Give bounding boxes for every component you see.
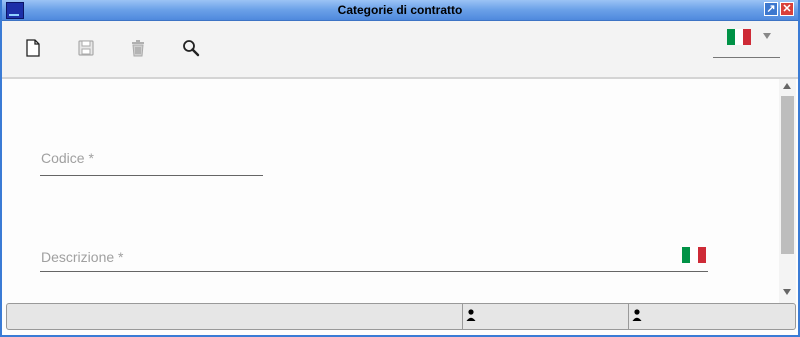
italian-flag-icon xyxy=(727,29,751,45)
toolbar xyxy=(2,21,798,79)
language-select[interactable] xyxy=(713,27,780,58)
new-document-icon xyxy=(26,39,40,57)
codice-underline xyxy=(40,175,263,176)
user-icon xyxy=(466,309,476,321)
italian-flag-icon[interactable] xyxy=(682,247,706,263)
vertical-scrollbar[interactable] xyxy=(779,79,796,303)
status-separator xyxy=(628,304,629,329)
close-button[interactable]: ✕ xyxy=(780,2,794,16)
restore-button[interactable]: ↗ xyxy=(764,2,778,16)
status-bar xyxy=(6,303,796,330)
title-bar[interactable]: Categorie di contratto ↗ ✕ xyxy=(2,0,798,21)
close-icon: ✕ xyxy=(782,3,792,15)
scroll-up-icon[interactable] xyxy=(783,83,791,89)
codice-input[interactable] xyxy=(40,150,266,176)
chevron-down-icon xyxy=(763,33,771,39)
delete-button[interactable] xyxy=(127,37,149,59)
delete-icon xyxy=(132,40,144,57)
save-icon xyxy=(78,40,94,56)
save-button[interactable] xyxy=(75,37,97,59)
scroll-down-icon[interactable] xyxy=(783,289,791,295)
restore-icon: ↗ xyxy=(766,3,776,15)
status-separator xyxy=(462,304,463,329)
window: Categorie di contratto ↗ ✕ Codice * Desc… xyxy=(0,0,800,337)
search-icon xyxy=(183,40,200,57)
descrizione-underline xyxy=(40,271,708,272)
user-icon xyxy=(632,309,642,321)
new-button[interactable] xyxy=(22,37,44,59)
window-title: Categorie di contratto xyxy=(337,3,463,17)
search-button[interactable] xyxy=(180,37,202,59)
scrollbar-thumb[interactable] xyxy=(781,96,794,254)
